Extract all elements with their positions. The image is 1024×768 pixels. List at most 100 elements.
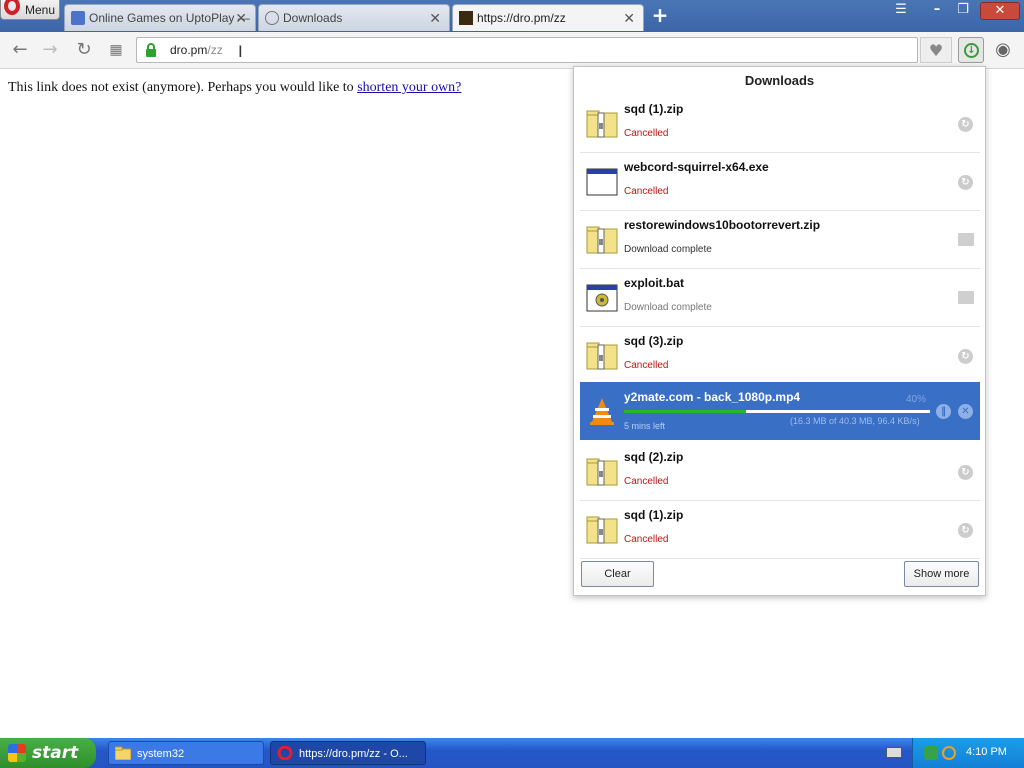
download-filename: sqd (1).zip (624, 508, 684, 522)
download-filename: sqd (2).zip (624, 450, 684, 464)
not-found-message: This link does not exist (anymore). Perh… (8, 80, 354, 95)
forward-arrow-icon[interactable]: → (40, 40, 60, 60)
download-status: Download complete (624, 302, 712, 313)
download-item[interactable]: sqd (1).zip Cancelled ↻ (580, 501, 980, 559)
download-item[interactable]: sqd (1).zip Cancelled ↻ (580, 95, 980, 153)
close-tab-icon[interactable]: ✕ (429, 10, 441, 27)
shorten-link[interactable]: shorten your own? (357, 80, 461, 95)
download-status: Download complete (624, 244, 712, 255)
minimize-icon[interactable]: – (928, 2, 946, 20)
retry-icon[interactable]: ↻ (958, 349, 973, 364)
clear-downloads-button[interactable]: Clear (581, 561, 654, 587)
url-host: dro.pm (170, 43, 208, 57)
lock-icon (146, 43, 156, 57)
menu-label: Menu (25, 3, 56, 17)
download-status: Cancelled (624, 360, 669, 371)
start-button[interactable]: start (0, 738, 96, 768)
speed-dial-grid-icon[interactable]: ▦ (106, 40, 126, 60)
start-label: start (32, 743, 79, 763)
url-path: /zz (207, 43, 223, 57)
reload-icon[interactable]: ↻ (74, 40, 94, 60)
open-folder-icon[interactable] (958, 291, 974, 304)
task-label: system32 (137, 748, 185, 760)
download-item[interactable]: restorewindows10bootorrevert.zip Downloa… (580, 211, 980, 269)
clock: 4:10 PM (966, 746, 1007, 758)
download-percent: 40% (906, 394, 927, 405)
close-tab-icon[interactable]: ✕ (235, 10, 247, 27)
back-arrow-icon[interactable]: ← (10, 40, 30, 60)
network-icon[interactable] (924, 746, 938, 760)
bat-icon (586, 284, 618, 312)
text-cursor-icon: I (238, 42, 243, 61)
download-filename: restorewindows10bootorrevert.zip (624, 218, 821, 232)
taskbar-item-opera[interactable]: https://dro.pm/zz - O... (270, 741, 426, 765)
retry-icon[interactable]: ↻ (958, 117, 973, 132)
download-filename: exploit.bat (624, 276, 685, 290)
tab-label: Downloads (283, 11, 343, 25)
url-text[interactable]: dro.pm/zz (170, 43, 223, 57)
tab-menu-icon[interactable]: ☰ (892, 2, 910, 20)
zip-icon (586, 516, 618, 544)
taskbar: start system32 https://dro.pm/zz - O... … (0, 738, 1024, 768)
account-icon[interactable]: ◉ (992, 39, 1014, 61)
cancel-download-icon[interactable]: ✕ (958, 404, 973, 419)
tab-downloads[interactable]: Downloads ✕ (258, 4, 450, 31)
downloads-panel: Downloads sqd (1).zip Cancelled ↻ webcor… (573, 66, 986, 596)
pause-icon[interactable]: ‖ (936, 404, 951, 419)
open-folder-icon[interactable] (958, 233, 974, 246)
download-progress-bar (624, 410, 930, 413)
zip-icon (586, 110, 618, 138)
folder-icon (115, 746, 131, 760)
task-label: https://dro.pm/zz - O... (299, 748, 408, 760)
bookmark-heart-icon[interactable]: ♥ (920, 37, 952, 63)
retry-icon[interactable]: ↻ (958, 175, 973, 190)
close-tab-icon[interactable]: ✕ (623, 10, 635, 27)
show-more-button[interactable]: Show more (904, 561, 979, 587)
address-bar[interactable]: dro.pm/zz I (136, 37, 918, 63)
navigation-bar: ← → ↻ ▦ dro.pm/zz I ♥ ↓ ◉ (0, 32, 1024, 69)
download-status: Cancelled (624, 534, 669, 545)
download-item-in-progress[interactable]: y2mate.com - back_1080p.mp4 40% 5 mins l… (580, 382, 980, 440)
download-arrow-icon: ↓ (964, 43, 979, 58)
download-time-left: 5 mins left (624, 421, 666, 431)
opera-logo-icon (4, 0, 20, 15)
opera-menu-button[interactable]: Menu (0, 0, 60, 20)
retry-icon[interactable]: ↻ (958, 465, 973, 480)
download-size-info: (16.3 MB of 40.3 MB, 96.4 KB/s) (790, 416, 920, 426)
download-filename: sqd (1).zip (624, 102, 684, 116)
tab-label: Online Games on UptoPlay — (89, 11, 250, 25)
zip-icon (586, 226, 618, 254)
gamepad-icon (71, 11, 85, 25)
download-status: Cancelled (624, 476, 669, 487)
opera-icon (277, 746, 293, 760)
search-icon[interactable] (942, 746, 956, 760)
zip-icon (586, 458, 618, 486)
download-filename: y2mate.com - back_1080p.mp4 (624, 390, 801, 404)
downloads-title: Downloads (744, 73, 815, 88)
tab-uptoplay[interactable]: Online Games on UptoPlay — ✕ (64, 4, 256, 31)
download-item[interactable]: sqd (2).zip Cancelled ↻ (580, 443, 980, 501)
tab-label: https://dro.pm/zz (477, 11, 566, 25)
maximize-icon[interactable]: ❐ (954, 2, 972, 20)
download-filename: sqd (3).zip (624, 334, 684, 348)
tab-dro-pm[interactable]: https://dro.pm/zz ✕ (452, 4, 644, 31)
vlc-icon (590, 398, 614, 425)
download-item[interactable]: sqd (3).zip Cancelled ↻ (580, 327, 980, 385)
exe-icon (586, 168, 618, 196)
download-status: Cancelled (624, 186, 669, 197)
keyboard-icon[interactable] (886, 747, 902, 758)
new-tab-plus-icon[interactable]: + (650, 5, 670, 26)
download-item[interactable]: exploit.bat Download complete (580, 269, 980, 327)
zip-icon (586, 342, 618, 370)
tab-bar: Menu Online Games on UptoPlay — ✕ Downlo… (0, 0, 1024, 32)
retry-icon[interactable]: ↻ (958, 523, 973, 538)
site-favicon-icon (459, 11, 473, 25)
downloads-button[interactable]: ↓ (958, 37, 984, 63)
download-progress-fill (624, 410, 747, 413)
download-icon (265, 11, 279, 25)
windows-logo-icon (8, 744, 26, 762)
close-window-icon[interactable]: ✕ (980, 2, 1020, 20)
download-status: Cancelled (624, 128, 669, 139)
download-item[interactable]: webcord-squirrel-x64.exe Cancelled ↻ (580, 153, 980, 211)
taskbar-item-system32[interactable]: system32 (108, 741, 264, 765)
